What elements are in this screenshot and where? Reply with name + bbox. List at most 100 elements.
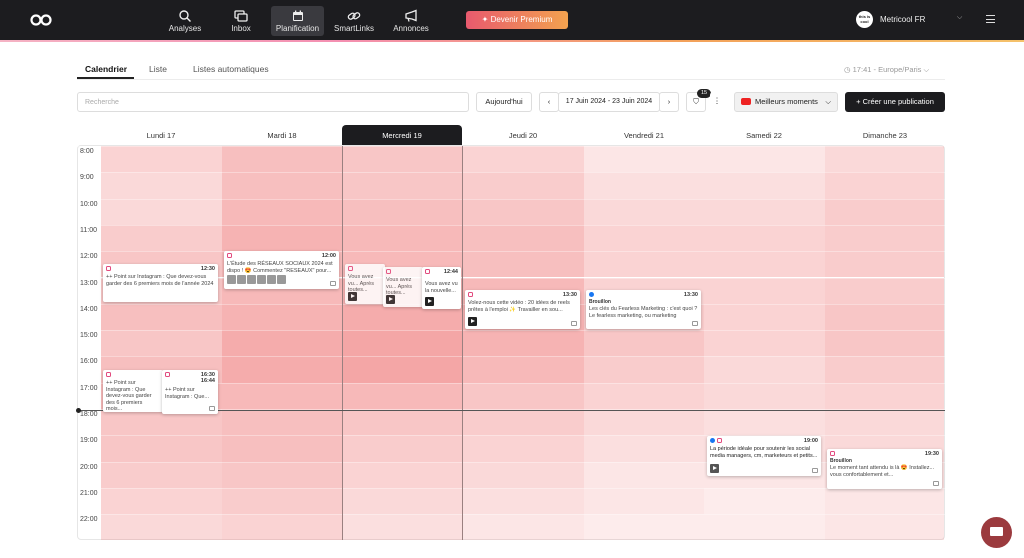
nav-smartlinks[interactable]: SmartLinks	[333, 6, 375, 36]
heatmap-cell[interactable]	[825, 514, 944, 541]
heatmap-cell[interactable]	[825, 356, 944, 383]
heatmap-cell[interactable]	[704, 330, 825, 357]
post-card[interactable]: 13:30 Brouillon Les clés du Fearless Mar…	[586, 290, 701, 329]
heatmap-cell[interactable]	[704, 356, 825, 383]
heatmap-cell[interactable]	[101, 303, 222, 331]
heatmap-cell[interactable]	[704, 514, 825, 541]
heatmap-cell[interactable]	[463, 461, 584, 488]
heatmap-cell[interactable]	[825, 382, 944, 409]
heatmap-cell[interactable]	[222, 303, 342, 331]
heatmap-cell[interactable]	[342, 146, 463, 173]
more-options-icon[interactable]: ⋮	[710, 92, 724, 112]
date-range-display[interactable]: 17 Juin 2024 - 23 Juin 2024	[558, 92, 660, 112]
nav-planification[interactable]: Planification	[271, 6, 324, 36]
heatmap-cell[interactable]	[704, 198, 825, 225]
post-card[interactable]: 19:00 La période idéale pour soutenir le…	[707, 436, 821, 476]
heatmap-cell[interactable]	[222, 330, 342, 357]
post-card[interactable]: Vous avez vu... Après toutes...	[345, 264, 385, 304]
heatmap-cell[interactable]	[101, 198, 222, 225]
heatmap-cell[interactable]	[222, 198, 342, 225]
search-input[interactable]: Recherche	[77, 92, 469, 112]
heatmap-cell[interactable]	[704, 172, 825, 199]
heatmap-cell[interactable]	[222, 146, 342, 173]
timezone-selector[interactable]: ◷ 17:41 - Europe/Paris ⌵	[844, 65, 929, 75]
heatmap-cell[interactable]	[704, 224, 825, 252]
metricool-logo-icon[interactable]	[30, 13, 52, 27]
post-card[interactable]: 12:44 Vous avez vu la nouvelle...	[422, 267, 461, 309]
heatmap-cell[interactable]	[825, 487, 944, 515]
chevron-down-icon[interactable]: ⌵	[957, 14, 962, 22]
heatmap-cell[interactable]	[463, 409, 584, 436]
post-card[interactable]: 12:00 L'Étude des RÉSEAUX SOCIAUX 2024 e…	[224, 251, 339, 289]
heatmap-cell[interactable]	[463, 251, 584, 278]
post-card[interactable]: ++ Point sur Instagram : Que devez-vous …	[103, 370, 163, 412]
heatmap-cell[interactable]	[222, 172, 342, 199]
post-card[interactable]: 12:30 ++ Point sur Instagram : Que devez…	[103, 264, 218, 302]
heatmap-cell[interactable]	[825, 330, 944, 357]
tab-liste[interactable]: Liste	[149, 64, 167, 74]
heatmap-cell[interactable]	[222, 514, 342, 541]
heatmap-cell[interactable]	[101, 461, 222, 488]
heatmap-cell[interactable]	[704, 382, 825, 409]
heatmap-cell[interactable]	[584, 198, 704, 225]
heatmap-cell[interactable]	[584, 172, 704, 199]
heatmap-cell[interactable]	[463, 356, 584, 383]
heatmap-cell[interactable]	[704, 146, 825, 173]
nav-inbox[interactable]: Inbox	[222, 6, 260, 36]
heatmap-cell[interactable]	[584, 409, 704, 436]
post-card[interactable]: 13:30 Volez-nous cette vidéo : 20 idées …	[465, 290, 580, 329]
tab-calendrier[interactable]: Calendrier	[85, 64, 127, 74]
heatmap-cell[interactable]	[704, 303, 825, 331]
heatmap-cell[interactable]	[342, 330, 463, 357]
heatmap-cell[interactable]	[463, 146, 584, 173]
heatmap-cell[interactable]	[222, 382, 342, 409]
heatmap-cell[interactable]	[101, 435, 222, 462]
heatmap-cell[interactable]	[584, 382, 704, 409]
heatmap-cell[interactable]	[101, 514, 222, 541]
heatmap-cell[interactable]	[584, 461, 704, 488]
heatmap-cell[interactable]	[101, 330, 222, 357]
heatmap-cell[interactable]	[101, 146, 222, 173]
heatmap-cell[interactable]	[704, 487, 825, 515]
account-avatar[interactable]: this is cool	[856, 11, 873, 28]
prev-week-button[interactable]: ‹	[539, 92, 559, 112]
heatmap-cell[interactable]	[463, 487, 584, 515]
heatmap-cell[interactable]	[222, 487, 342, 515]
heatmap-cell[interactable]	[704, 409, 825, 436]
heatmap-cell[interactable]	[584, 330, 704, 357]
heatmap-cell[interactable]	[222, 435, 342, 462]
tab-listes-automatiques[interactable]: Listes automatiques	[193, 64, 269, 74]
heatmap-cell[interactable]	[825, 303, 944, 331]
heatmap-cell[interactable]	[342, 172, 463, 199]
heatmap-cell[interactable]	[342, 382, 463, 409]
heatmap-cell[interactable]	[463, 330, 584, 357]
nav-annonces[interactable]: Annonces	[392, 6, 430, 36]
heatmap-cell[interactable]	[342, 461, 463, 488]
heatmap-cell[interactable]	[342, 356, 463, 383]
post-card[interactable]: 19:30 Brouillon Le moment tant attendu i…	[827, 449, 942, 489]
heatmap-cell[interactable]	[584, 487, 704, 515]
heatmap-cell[interactable]	[463, 198, 584, 225]
heatmap-cell[interactable]	[584, 435, 704, 462]
heatmap-cell[interactable]	[584, 146, 704, 173]
heatmap-cell[interactable]	[222, 409, 342, 436]
heatmap-cell[interactable]	[222, 461, 342, 488]
chat-support-button[interactable]	[981, 517, 1012, 548]
heatmap-cell[interactable]	[101, 487, 222, 515]
heatmap-cell[interactable]	[825, 224, 944, 252]
heatmap-cell[interactable]	[704, 251, 825, 278]
heatmap-cell[interactable]	[463, 435, 584, 462]
heatmap-cell[interactable]	[342, 487, 463, 515]
today-button[interactable]: Aujourd'hui	[476, 92, 532, 112]
create-post-button[interactable]: + Créer une publication	[845, 92, 945, 112]
heatmap-cell[interactable]	[342, 435, 463, 462]
heatmap-cell[interactable]	[342, 409, 463, 436]
post-card[interactable]: Vous avez vu... Après toutes...	[383, 267, 423, 307]
account-name[interactable]: Metricool FR	[880, 15, 925, 24]
heatmap-cell[interactable]	[463, 382, 584, 409]
heatmap-cell[interactable]	[825, 198, 944, 225]
heatmap-cell[interactable]	[825, 172, 944, 199]
heatmap-cell[interactable]	[342, 514, 463, 541]
heatmap-cell[interactable]	[825, 277, 944, 304]
heatmap-cell[interactable]	[342, 224, 463, 252]
